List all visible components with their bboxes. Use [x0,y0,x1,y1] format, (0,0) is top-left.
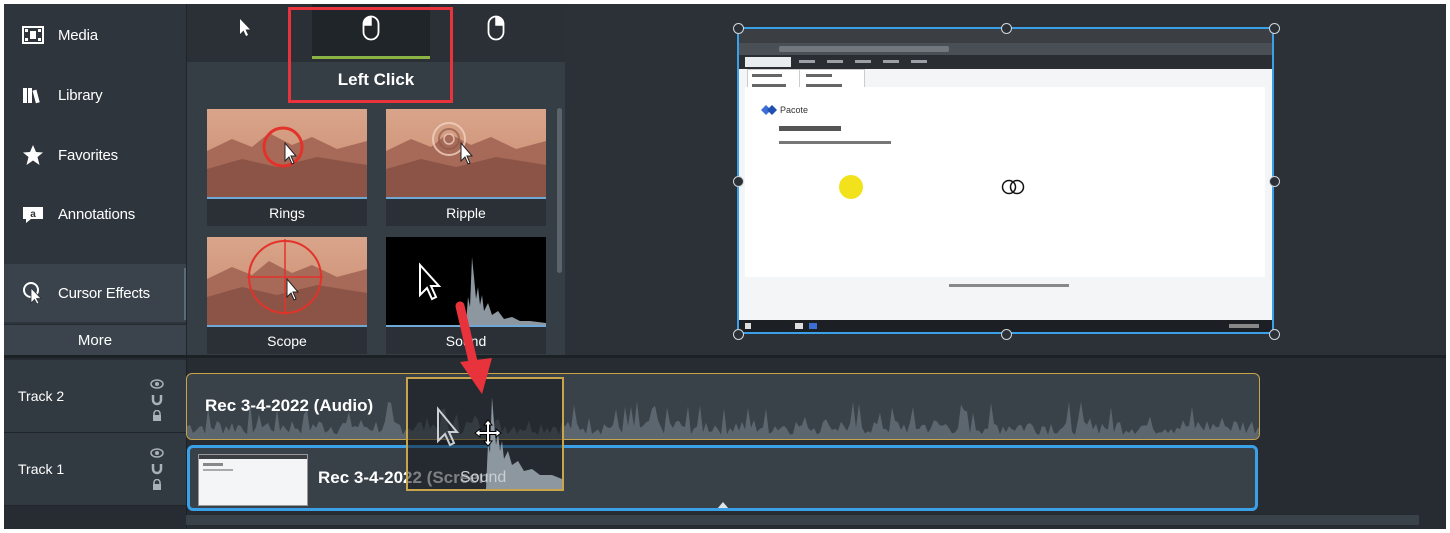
effect-label: Scope [207,325,367,354]
resize-handle[interactable] [1001,329,1012,340]
ring-cursor-effect [1001,179,1027,200]
resize-handle[interactable] [1001,23,1012,34]
sidebar: Media Library Favorites a Annotations Cu… [4,4,186,356]
browser-address-bar [739,43,1272,55]
site-logo: Pacote [761,103,808,117]
magnet-icon[interactable] [150,394,164,406]
effect-tile-ripple[interactable]: Ripple [386,109,546,226]
timeline-scrollbar[interactable] [186,515,1419,525]
sidebar-item-media[interactable]: Media [4,6,186,64]
sidebar-item-favorites[interactable]: Favorites [4,126,186,184]
clip-title: Rec 3-4-2022 (Audio) [205,396,374,415]
svg-text:a: a [30,209,36,220]
resize-handle[interactable] [1269,329,1280,340]
effect-tile-rings[interactable]: Rings [207,109,367,226]
effect-tile-scope[interactable]: Scope [207,237,367,354]
rings-thumbnail [207,109,367,197]
camtasia-editor: Media Library Favorites a Annotations Cu… [4,4,1446,529]
library-icon [22,84,44,106]
left-click-highlight [288,7,453,103]
screen-clip[interactable]: Rec 3-4-2022 (Screen) [187,445,1258,511]
site-footer [949,284,1069,287]
sidebar-item-label: Cursor Effects [58,284,150,302]
move-cursor-icon [474,419,502,452]
sidebar-item-annotations[interactable]: a Annotations [4,185,186,243]
ripple-thumbnail [386,109,546,197]
effect-label: Rings [207,197,367,226]
resize-handle[interactable] [733,23,744,34]
resize-handle[interactable] [1269,176,1280,187]
playhead-marker[interactable] [717,502,729,508]
resize-handle[interactable] [733,176,744,187]
clip-thumbnail [198,454,308,506]
preview-canvas[interactable]: Pacote [737,27,1274,334]
sidebar-item-library[interactable]: Library [4,66,186,124]
effect-label: Ripple [386,197,546,226]
tab-right-click[interactable] [437,4,555,56]
film-icon [22,24,44,46]
welcome-heading [779,126,841,131]
scope-thumbnail [207,237,367,325]
sidebar-item-label: Favorites [58,146,118,164]
eye-icon[interactable] [150,378,164,390]
pointer-icon [239,18,253,43]
track-name: Track 2 [18,388,65,404]
panel-scrollbar[interactable] [557,108,562,273]
track-name: Track 1 [18,461,65,477]
sidebar-item-label: Annotations [58,205,136,223]
timeline: Track 2 Track 1 Rec 3-4-2022 (Audio) Rec… [4,355,1446,529]
resize-handle[interactable] [1269,23,1280,34]
audio-clip[interactable]: Rec 3-4-2022 (Audio) [186,373,1260,440]
annotation-icon: a [22,203,44,225]
magnet-icon[interactable] [150,463,164,475]
track-header-track-2: Track 2 [4,360,186,433]
sidebar-item-cursor-effects[interactable]: Cursor Effects [4,264,186,322]
lock-icon[interactable] [150,410,164,422]
more-button[interactable]: More [4,324,186,356]
click-highlight [839,175,863,199]
red-arrow-icon [452,300,502,405]
right-mouse-icon [487,15,505,46]
star-icon [22,144,44,166]
sidebar-item-label: Media [58,26,98,44]
site-logo-text: Pacote [780,105,809,115]
resize-handle[interactable] [733,329,744,340]
eye-icon[interactable] [150,447,164,459]
cursor-effects-icon [22,282,44,305]
drag-label: Sound [460,469,507,486]
lock-icon[interactable] [150,479,164,491]
welcome-text [779,141,891,144]
site-nav-bar [739,55,1272,69]
sidebar-item-label: Library [58,86,103,104]
track-header-track-1: Track 1 [4,433,186,506]
